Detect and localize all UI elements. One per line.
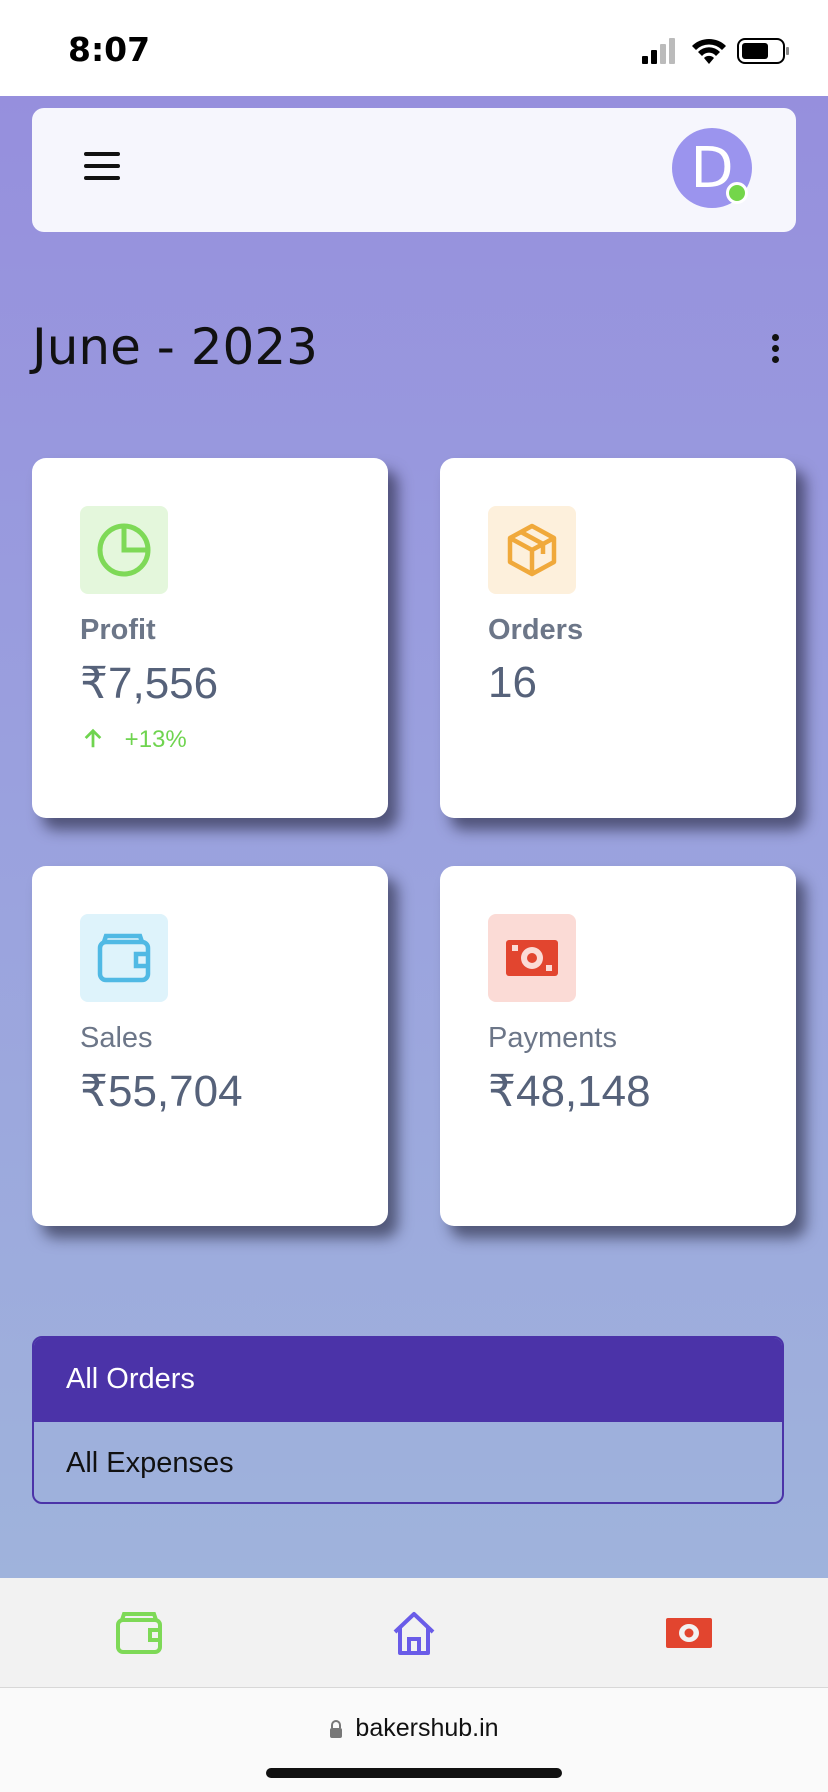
- profit-change: +13%: [82, 726, 187, 754]
- url-text: bakershub.in: [355, 1714, 499, 1742]
- profit-change-value: +13%: [124, 726, 187, 753]
- status-time: 8:07: [68, 30, 151, 69]
- url-display[interactable]: bakershub.in: [0, 1714, 828, 1743]
- sales-label: Sales: [80, 1022, 153, 1054]
- records-list: All Orders All Expenses: [32, 1336, 784, 1504]
- top-app-bar: D: [32, 108, 796, 232]
- arrow-up-icon: [84, 728, 102, 748]
- orders-value: 16: [488, 658, 537, 707]
- payments-label: Payments: [488, 1022, 617, 1054]
- home-indicator[interactable]: [266, 1768, 562, 1778]
- wallet-icon[interactable]: [114, 1608, 164, 1658]
- payments-card[interactable]: Payments ₹48,148: [440, 866, 796, 1226]
- online-status-dot: [726, 182, 748, 204]
- avatar[interactable]: D: [672, 128, 752, 208]
- bottom-nav: [0, 1578, 828, 1688]
- profit-card[interactable]: Profit ₹7,556 +13%: [32, 458, 388, 818]
- profit-value: ₹7,556: [80, 659, 219, 708]
- sales-card[interactable]: Sales ₹55,704: [32, 866, 388, 1226]
- browser-url-bar: bakershub.in: [0, 1688, 828, 1792]
- cash-icon[interactable]: [664, 1608, 714, 1658]
- home-icon[interactable]: [389, 1608, 439, 1658]
- menu-icon[interactable]: [84, 152, 120, 182]
- box-icon: [488, 506, 576, 594]
- orders-card[interactable]: Orders 16: [440, 458, 796, 818]
- wifi-icon: [692, 38, 726, 64]
- page-title: June - 2023: [32, 318, 318, 376]
- pie-chart-icon: [80, 506, 168, 594]
- payments-value: ₹48,148: [488, 1067, 651, 1116]
- cash-icon: [488, 914, 576, 1002]
- orders-label: Orders: [488, 614, 584, 646]
- sales-value: ₹55,704: [80, 1067, 243, 1116]
- status-bar: 8:07: [0, 0, 828, 96]
- profit-label: Profit: [80, 614, 156, 646]
- list-item-all-expenses[interactable]: All Expenses: [34, 1421, 782, 1502]
- signal-icon: [642, 38, 675, 64]
- main-content: D June - 2023 Profit ₹7,556 +13% Orders …: [0, 96, 828, 1578]
- wallet-icon: [80, 914, 168, 1002]
- more-options-icon[interactable]: [772, 334, 782, 364]
- status-icons: [642, 38, 789, 64]
- lock-icon: [330, 1720, 343, 1738]
- list-item-all-orders[interactable]: All Orders: [34, 1338, 782, 1421]
- battery-icon: [737, 38, 789, 64]
